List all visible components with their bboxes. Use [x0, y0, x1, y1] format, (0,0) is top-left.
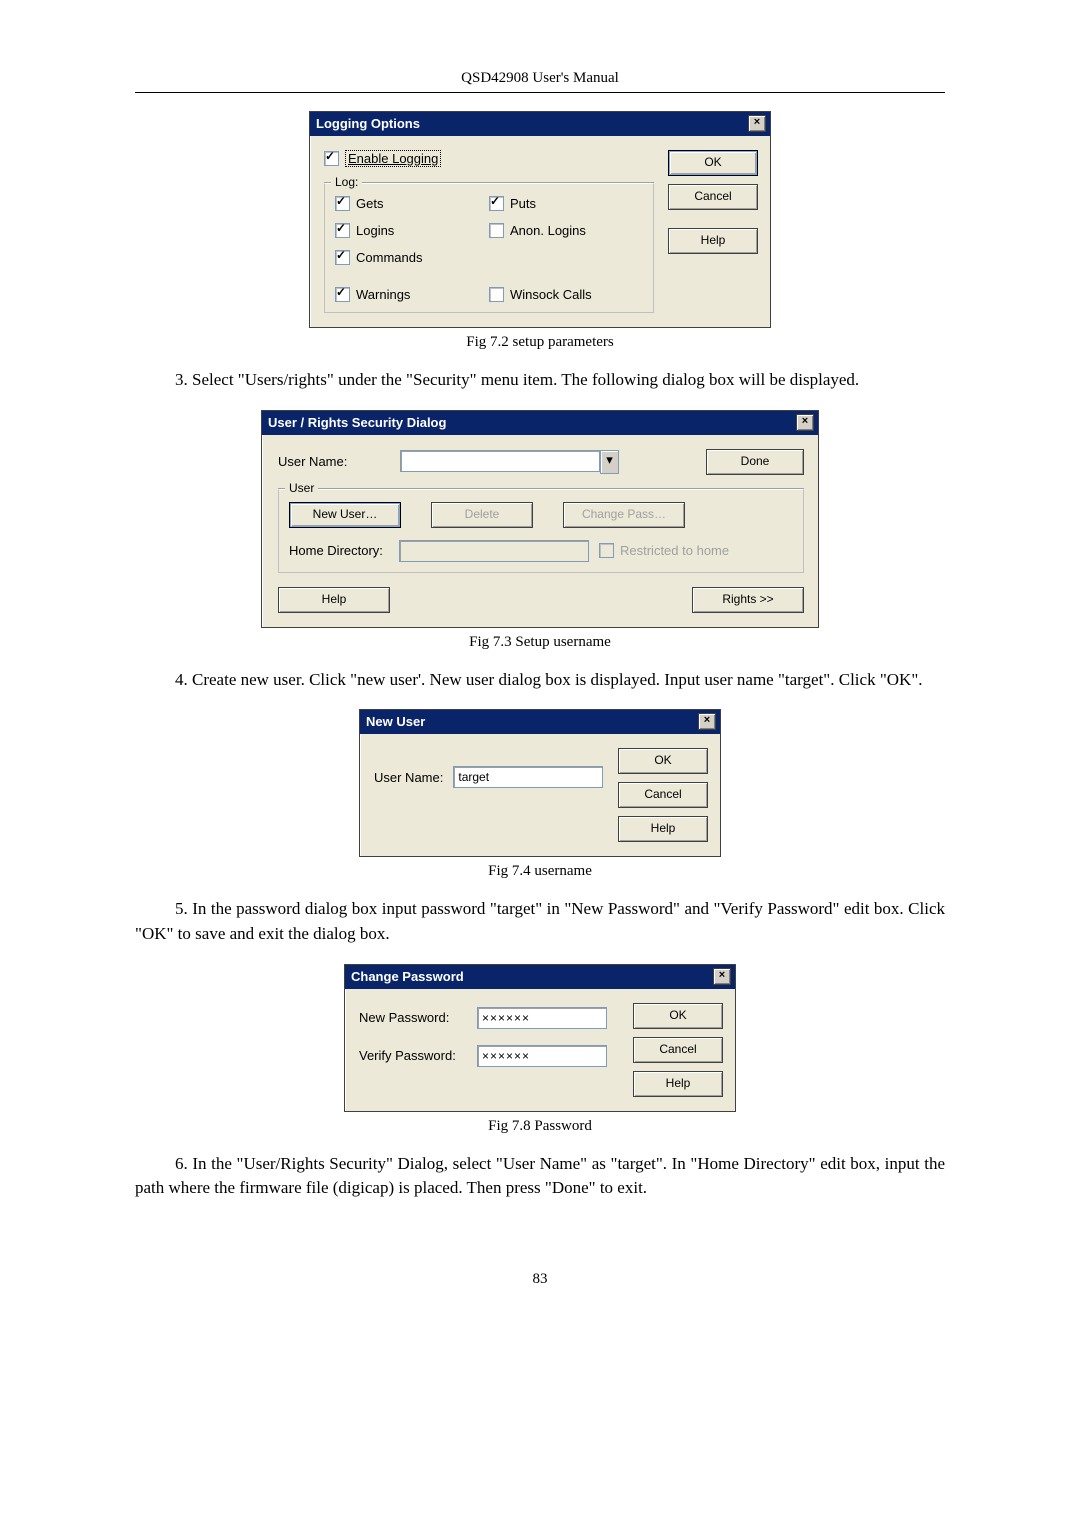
- home-dir-label: Home Directory:: [289, 543, 389, 558]
- step-4-text: 4. Create new user. Click "new user'. Ne…: [135, 668, 945, 693]
- change-pass-button[interactable]: Change Pass…: [563, 502, 685, 528]
- dialog-titlebar: User / Rights Security Dialog ×: [262, 411, 818, 435]
- logging-options-dialog: Logging Options × Enable Logging Log: Ge…: [309, 111, 771, 328]
- help-button[interactable]: Help: [618, 816, 708, 842]
- checkbox-icon: [324, 151, 339, 166]
- commands-checkbox[interactable]: Commands: [335, 250, 489, 265]
- done-button[interactable]: Done: [706, 449, 804, 475]
- new-pw-label: New Password:: [359, 1010, 469, 1025]
- cancel-button[interactable]: Cancel: [633, 1037, 723, 1063]
- page-number: 83: [135, 1271, 945, 1288]
- verify-pw-input[interactable]: ××××××: [477, 1045, 607, 1067]
- rights-button[interactable]: Rights >>: [692, 587, 804, 613]
- close-icon[interactable]: ×: [713, 968, 731, 985]
- restricted-checkbox[interactable]: Restricted to home: [599, 543, 729, 558]
- dialog-titlebar: Change Password ×: [345, 965, 735, 989]
- ok-button[interactable]: OK: [668, 150, 758, 176]
- dialog-title: New User: [366, 714, 425, 729]
- gets-checkbox[interactable]: Gets: [335, 196, 489, 211]
- change-password-dialog: Change Password × New Password: ×××××× V…: [344, 964, 736, 1112]
- help-button[interactable]: Help: [278, 587, 390, 613]
- log-groupbox: Log: Gets Puts Logins Anon. Logins Comma…: [324, 183, 654, 313]
- user-groupbox: User New User… Delete Change Pass… Home …: [278, 489, 804, 573]
- cancel-button[interactable]: Cancel: [668, 184, 758, 210]
- figure-caption: Fig 7.8 Password: [135, 1118, 945, 1135]
- dialog-title: Logging Options: [316, 116, 420, 131]
- puts-checkbox[interactable]: Puts: [489, 196, 643, 211]
- header-rule: [135, 92, 945, 93]
- document-page: QSD42908 User's Manual Logging Options ×…: [0, 0, 1080, 1348]
- user-rights-dialog: User / Rights Security Dialog × User Nam…: [261, 410, 819, 628]
- username-label: User Name:: [278, 454, 388, 469]
- close-icon[interactable]: ×: [698, 713, 716, 730]
- step-5-text: 5. In the password dialog box input pass…: [135, 897, 945, 946]
- step-6-text: 6. In the "User/Rights Security" Dialog,…: [135, 1152, 945, 1201]
- ok-button[interactable]: OK: [618, 748, 708, 774]
- dialog-title: Change Password: [351, 969, 464, 984]
- cancel-button[interactable]: Cancel: [618, 782, 708, 808]
- figure-caption: Fig 7.3 Setup username: [135, 634, 945, 651]
- chevron-down-icon[interactable]: ▾: [600, 450, 619, 474]
- new-pw-input[interactable]: ××××××: [477, 1007, 607, 1029]
- delete-button[interactable]: Delete: [431, 502, 533, 528]
- help-button[interactable]: Help: [668, 228, 758, 254]
- page-header: QSD42908 User's Manual: [135, 70, 945, 87]
- username-combo[interactable]: ▾: [400, 450, 619, 474]
- step-3-text: 3. Select "Users/rights" under the "Secu…: [135, 368, 945, 393]
- groupbox-legend: Log:: [331, 175, 362, 189]
- warnings-checkbox[interactable]: Warnings: [335, 287, 489, 302]
- figure-caption: Fig 7.2 setup parameters: [135, 334, 945, 351]
- new-user-button[interactable]: New User…: [289, 502, 401, 528]
- help-button[interactable]: Help: [633, 1071, 723, 1097]
- dialog-title: User / Rights Security Dialog: [268, 415, 446, 430]
- logins-checkbox[interactable]: Logins: [335, 223, 489, 238]
- ok-button[interactable]: OK: [633, 1003, 723, 1029]
- close-icon[interactable]: ×: [796, 414, 814, 431]
- anon-logins-checkbox[interactable]: Anon. Logins: [489, 223, 643, 238]
- enable-logging-checkbox[interactable]: Enable Logging: [324, 150, 441, 167]
- new-user-dialog: New User × User Name: target OK Cancel H…: [359, 709, 721, 857]
- username-label: User Name:: [374, 770, 443, 785]
- username-input[interactable]: target: [453, 766, 603, 788]
- figure-caption: Fig 7.4 username: [135, 863, 945, 880]
- home-dir-input[interactable]: [399, 540, 589, 562]
- dialog-titlebar: New User ×: [360, 710, 720, 734]
- close-icon[interactable]: ×: [748, 115, 766, 132]
- dialog-titlebar: Logging Options ×: [310, 112, 770, 136]
- groupbox-legend: User: [285, 481, 318, 495]
- winsock-checkbox[interactable]: Winsock Calls: [489, 287, 643, 302]
- verify-pw-label: Verify Password:: [359, 1048, 469, 1063]
